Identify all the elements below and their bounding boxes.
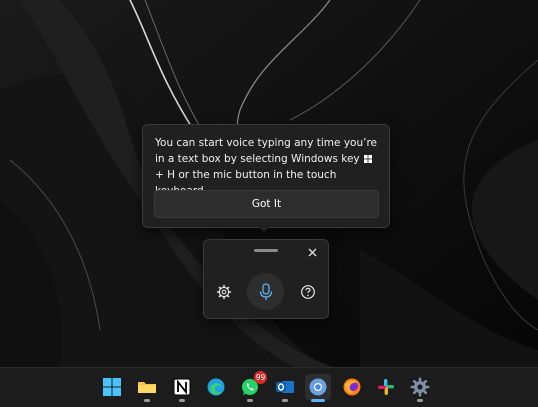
tip-tail [258,226,270,233]
gear-icon [216,284,232,300]
settings-button[interactable] [216,284,232,300]
taskbar-edge[interactable] [203,374,229,400]
help-button[interactable] [300,284,316,300]
taskbar-settings[interactable] [407,374,433,402]
microphone-button[interactable] [247,273,284,310]
running-indicator [282,399,288,402]
outlook-icon [276,381,294,393]
firefox-icon [343,378,361,396]
windows-logo-icon [103,378,121,396]
taskbar-chrome[interactable] [305,374,331,402]
running-indicator [417,399,423,402]
gear-icon [410,377,430,397]
running-indicator [247,399,253,402]
notion-icon [173,378,191,396]
got-it-button[interactable]: Got It [154,190,379,218]
slack-icon [378,379,394,395]
notification-badge: 99 [254,371,267,384]
folder-icon [138,382,156,393]
taskbar-whatsapp[interactable]: 99 [237,371,267,402]
taskbar-notion[interactable] [169,374,195,402]
chrome-icon [309,378,327,396]
close-icon [308,248,316,256]
taskbar-file-explorer[interactable] [134,374,160,402]
edge-icon [207,378,225,396]
close-button[interactable] [304,244,320,260]
taskbar-slack[interactable] [373,374,399,400]
windows-key-icon [363,155,372,163]
help-icon [301,285,315,299]
taskbar-start[interactable] [99,374,125,400]
voice-typing-tip: You can start voice typing any time you’… [142,124,390,228]
taskbar: 99 [0,367,538,407]
running-indicator [144,399,150,402]
tip-text-part1: You can start voice typing any time you’… [155,137,378,165]
microphone-icon [259,282,272,300]
running-indicator [179,399,185,402]
active-indicator [311,399,325,402]
drag-handle[interactable] [254,249,278,252]
voice-typing-panel [203,239,329,319]
taskbar-outlook[interactable] [272,374,298,402]
taskbar-firefox[interactable] [339,374,365,400]
